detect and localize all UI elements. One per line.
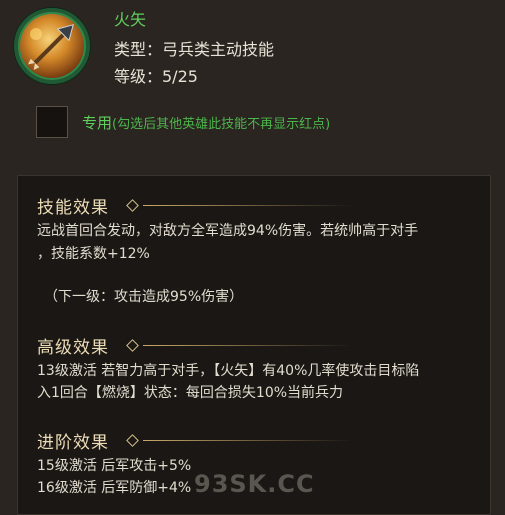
- promote-line-2: 16级激活 后军防御+4%: [37, 480, 192, 496]
- dedicated-checkbox[interactable]: [36, 106, 68, 138]
- skill-name: 火矢: [114, 10, 147, 29]
- dedicated-label: 专用: [82, 114, 113, 132]
- effect-line-2: ，技能系数+12%: [37, 246, 150, 262]
- section-divider: [126, 338, 353, 352]
- effect-line-1: 远战首回合发动，对敌方全军造成94%伤害。若统帅高于对手: [37, 223, 419, 239]
- section-title-effect: 技能效果: [37, 198, 109, 218]
- dedicated-note: (勾选后其他英雄此技能不再显示红点): [112, 117, 331, 132]
- dedicated-label-row[interactable]: 专用(勾选后其他英雄此技能不再显示红点): [82, 112, 330, 133]
- section-divider: [126, 198, 353, 212]
- skill-detail-panel[interactable]: 技能效果 远战首回合发动，对敌方全军造成94%伤害。若统帅高于对手 ，技能系数+…: [17, 175, 491, 515]
- fire-arrow-icon: [14, 8, 90, 84]
- section-title-advanced: 高级效果: [37, 338, 109, 358]
- section-title-promote: 进阶效果: [37, 433, 109, 453]
- advanced-line-2: 入1回合【燃烧】状态：每回合损失10%当前兵力: [37, 385, 344, 401]
- skill-level: 等级：5/25: [114, 67, 198, 86]
- advanced-line-1: 13级激活 若智力高于对手，【火矢】有40%几率使攻击目标陷: [37, 363, 420, 379]
- watermark: 93SK.CC: [194, 470, 315, 498]
- promote-line-1: 15级激活 后军攻击+5%: [37, 458, 192, 474]
- skill-type: 类型：弓兵类主动技能: [114, 40, 275, 59]
- effect-next-level: （下一级：攻击造成95%伤害）: [44, 289, 244, 305]
- section-divider: [126, 433, 353, 447]
